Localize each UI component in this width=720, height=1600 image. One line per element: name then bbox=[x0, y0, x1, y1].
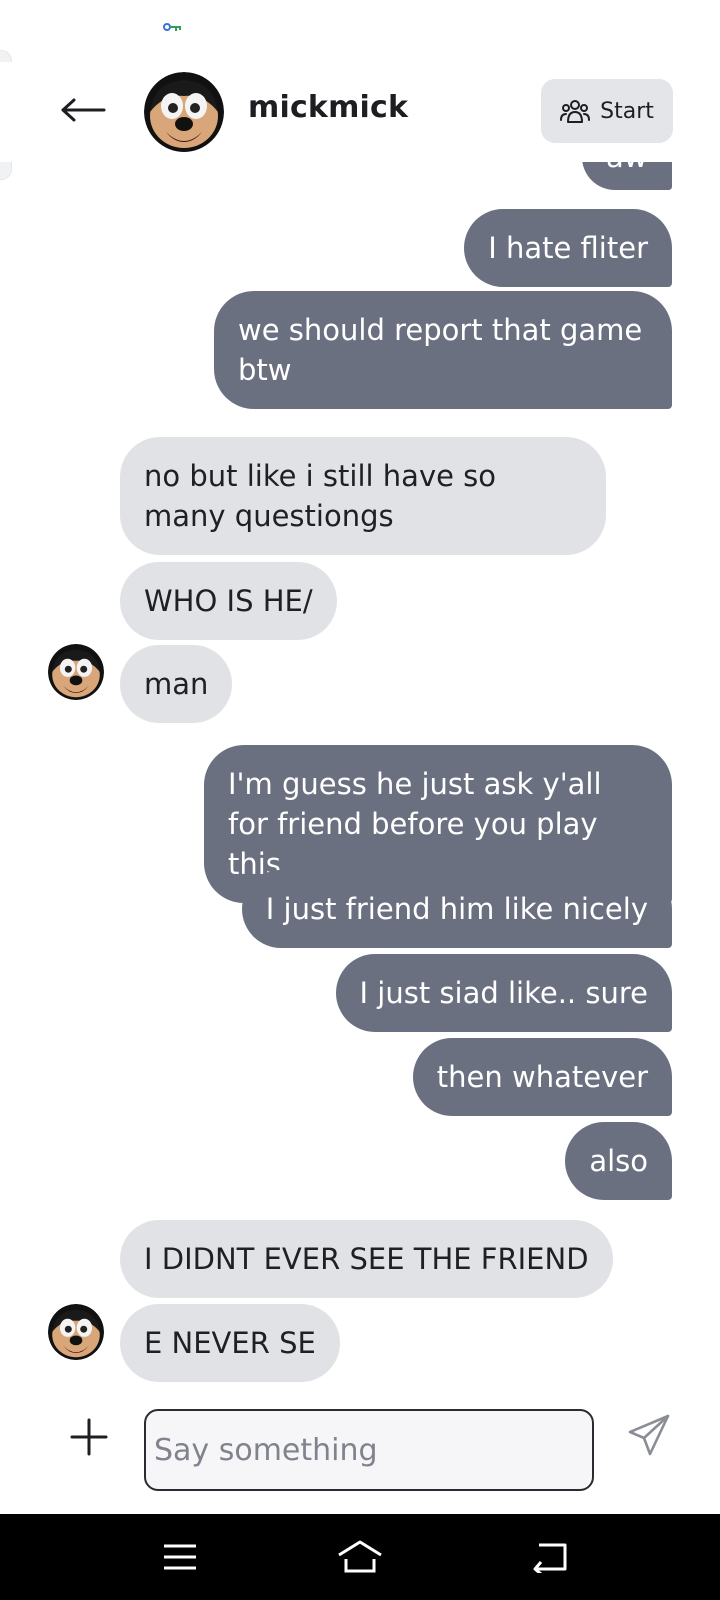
back-button[interactable] bbox=[58, 90, 108, 130]
arrow-left-icon bbox=[61, 98, 106, 122]
message-outgoing[interactable]: we should report that game btw bbox=[214, 291, 672, 409]
key-icon bbox=[163, 23, 181, 31]
menu-icon bbox=[164, 1544, 196, 1570]
message-incoming[interactable]: WHO IS HE/ bbox=[120, 562, 337, 640]
paper-plane-icon bbox=[628, 1414, 670, 1456]
mouse-face-avatar bbox=[144, 72, 224, 152]
message-incoming[interactable]: no but like i still have so many questio… bbox=[120, 437, 606, 555]
message-outgoing[interactable]: also bbox=[565, 1122, 672, 1200]
mouse-face-avatar bbox=[48, 644, 104, 700]
start-label: Start bbox=[600, 98, 654, 124]
page-title[interactable]: mickmick bbox=[248, 90, 408, 125]
message-outgoing[interactable]: I just siad like.. sure bbox=[335, 954, 672, 1032]
recents-button[interactable] bbox=[155, 1534, 205, 1580]
sender-avatar[interactable] bbox=[48, 1304, 104, 1360]
back-icon bbox=[533, 1543, 567, 1573]
sender-avatar[interactable] bbox=[48, 644, 104, 700]
message-input[interactable] bbox=[144, 1409, 594, 1491]
add-attachment-button[interactable] bbox=[68, 1416, 110, 1458]
send-button[interactable] bbox=[626, 1412, 672, 1458]
message-outgoing[interactable]: I just friend him like nicely bbox=[241, 870, 672, 948]
message-outgoing[interactable]: then whatever bbox=[412, 1038, 672, 1116]
message-list[interactable]: aw I hate fliter we should report that g… bbox=[0, 162, 720, 1386]
chat-screen: mickmick Start aw I hate fliter we shoul… bbox=[0, 0, 720, 1600]
avatar[interactable] bbox=[144, 72, 224, 152]
message-outgoing[interactable]: aw bbox=[582, 162, 672, 190]
people-group-icon bbox=[560, 100, 591, 123]
back-nav-button[interactable] bbox=[525, 1534, 575, 1580]
message-composer bbox=[0, 1386, 720, 1514]
message-incoming[interactable]: I DIDNT EVER SEE THE FRIEND bbox=[120, 1220, 613, 1298]
home-button[interactable] bbox=[335, 1534, 385, 1580]
system-navigation-bar bbox=[0, 1514, 720, 1600]
start-button[interactable]: Start bbox=[541, 79, 673, 143]
home-icon bbox=[338, 1540, 382, 1573]
plus-icon bbox=[70, 1418, 108, 1456]
message-outgoing[interactable]: I hate fliter bbox=[464, 209, 672, 287]
message-incoming[interactable]: man bbox=[120, 645, 233, 723]
chat-header: mickmick Start bbox=[0, 62, 720, 162]
message-incoming[interactable]: E NEVER SE bbox=[120, 1304, 340, 1382]
mouse-face-avatar bbox=[48, 1304, 104, 1360]
